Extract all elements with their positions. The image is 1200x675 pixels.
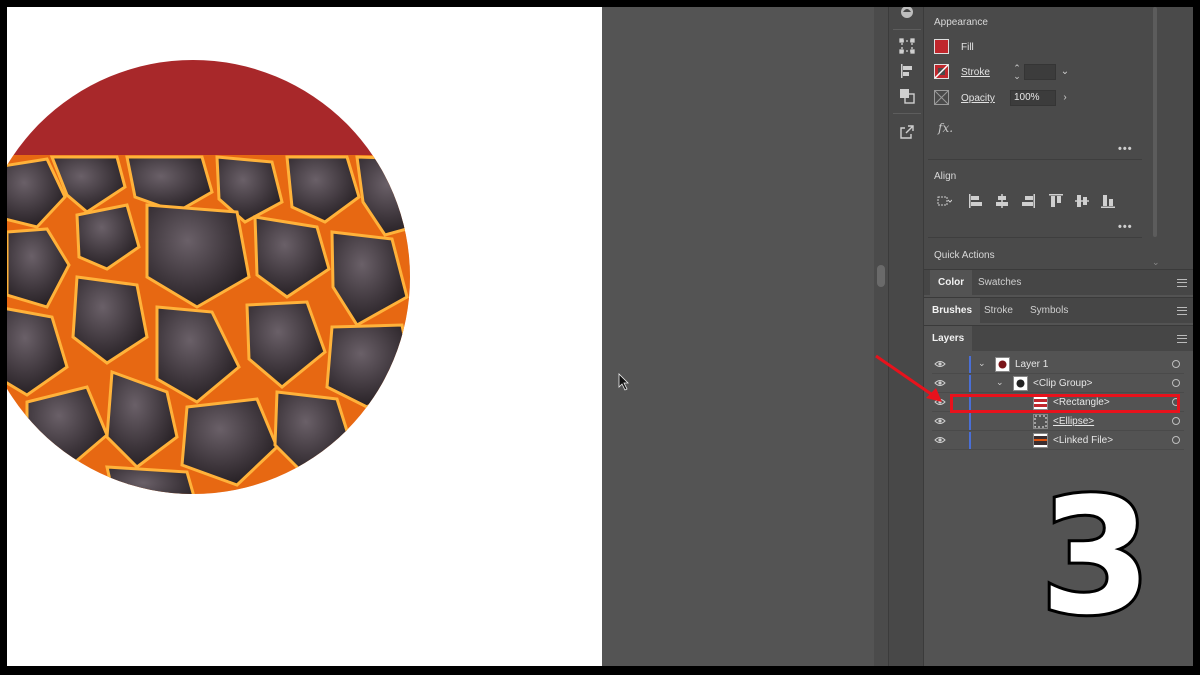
stroke-swatch[interactable] [934,64,949,79]
layer-thumbnail [1033,433,1048,448]
panel-menu-icon[interactable] [1177,279,1187,287]
target-icon[interactable] [1172,379,1180,387]
fill-label: Fill [961,42,974,53]
properties-panel: Appearance Fill Stroke ⌃ ⌄ ⌄ Opacity 100%… [924,7,1150,269]
align-to-icon[interactable] [936,193,952,209]
tab-color[interactable]: Color [930,270,973,296]
eye-icon[interactable] [934,416,946,426]
expand-toggle-icon[interactable]: ⌄ [978,358,986,369]
pathfinder-icon[interactable] [896,85,918,107]
annotation-arrow-icon [875,354,942,402]
tab-brushes[interactable]: Brushes [924,298,981,324]
target-icon[interactable] [1172,417,1180,425]
layer-thumbnail [995,357,1010,372]
layer-row-linked-file[interactable]: <Linked File> [932,431,1184,450]
vertical-scrollbar[interactable] [874,7,888,666]
layers-tab-bar: Layers [924,325,1193,352]
stroke-label[interactable]: Stroke [961,67,990,78]
tab-symbols[interactable]: Symbols [1022,298,1076,324]
artboard[interactable] [7,7,602,666]
tab-stroke[interactable]: Stroke [976,298,1021,324]
scrollbar-thumb[interactable] [877,265,885,287]
layer-name[interactable]: <Clip Group> [1033,378,1092,389]
tab-swatches[interactable]: Swatches [970,270,1029,296]
properties-icon[interactable] [896,7,918,23]
opacity-icon[interactable] [934,90,949,105]
align-left-icon[interactable] [968,193,984,209]
clip-group[interactable] [7,47,432,515]
align-top-icon[interactable] [1048,193,1064,209]
layer-row-layer-1[interactable]: ⌄ Layer 1 [932,355,1184,374]
cursor-icon [618,373,629,391]
properties-scrollbar[interactable]: ⌄ [1150,7,1193,269]
layer-color-bar [969,375,971,392]
appearance-more-button[interactable]: ••• [1118,143,1133,155]
stroke-weight-stepper[interactable]: ⌃ ⌄ [1012,64,1022,81]
layer-thumbnail [1033,414,1048,429]
tab-layers[interactable]: Layers [924,326,973,352]
layer-name[interactable]: <Linked File> [1053,435,1113,446]
color-tab-bar: Color Swatches [924,269,1193,296]
pasteboard[interactable] [602,7,874,666]
align-bottom-icon[interactable] [1100,193,1116,209]
layer-row-ellipse[interactable]: <Ellipse> [932,412,1184,431]
export-icon[interactable] [896,121,918,143]
target-icon[interactable] [1172,360,1180,368]
target-icon[interactable] [1172,436,1180,444]
panel-menu-icon[interactable] [1177,307,1187,315]
layer-thumbnail [1013,376,1028,391]
fill-swatch[interactable] [934,39,949,54]
fx-icon[interactable]: fx. [938,121,953,135]
layer-name[interactable]: <Ellipse> [1053,416,1094,427]
panel-icon-strip [888,7,924,666]
layer-name[interactable]: Layer 1 [1015,359,1048,370]
eye-icon[interactable] [934,435,946,445]
layer-color-bar [969,413,971,430]
expand-toggle-icon[interactable]: ⌄ [996,377,1004,388]
panel-menu-icon[interactable] [1177,335,1187,343]
selection-highlight-box [950,394,1180,413]
opacity-label[interactable]: Opacity [961,93,995,104]
align-more-button[interactable]: ••• [1118,221,1133,233]
layer-color-bar [969,432,971,449]
align-right-icon[interactable] [1020,193,1036,209]
layer-color-bar [969,356,971,373]
brushes-tab-bar: Brushes Stroke Symbols [924,297,1193,324]
opacity-field[interactable]: 100% [1010,90,1056,106]
step-number: 3 [1037,463,1154,650]
screen-frame: Appearance Fill Stroke ⌃ ⌄ ⌄ Opacity 100%… [7,7,1193,666]
align-title: Align [934,171,957,182]
transform-icon[interactable] [896,35,918,57]
layer-row-clip-group[interactable]: ⌄ <Clip Group> [932,374,1184,393]
stroke-weight-dropdown[interactable]: ⌄ [1057,64,1073,80]
appearance-title: Appearance [934,17,988,28]
artwork[interactable] [7,7,602,666]
align-panel-icon[interactable] [896,60,918,82]
align-horizontal-center-icon[interactable] [994,193,1010,209]
opacity-arrow[interactable]: › [1057,90,1073,106]
red-rectangle[interactable] [7,47,427,155]
align-vertical-center-icon[interactable] [1074,193,1090,209]
stroke-weight-field[interactable] [1024,64,1056,80]
quick-actions-title: Quick Actions [934,250,995,261]
